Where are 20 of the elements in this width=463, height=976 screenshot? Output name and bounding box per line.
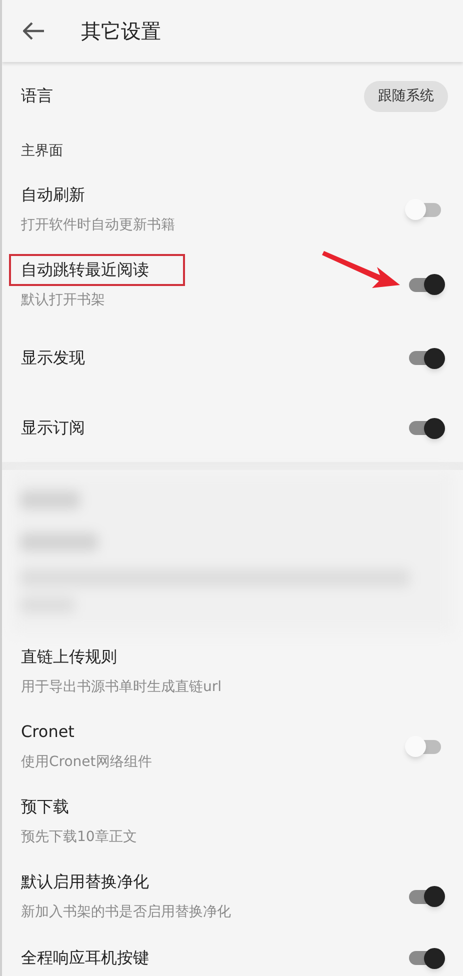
setting-title: 自动刷新 bbox=[21, 184, 85, 206]
setting-description: 默认打开书架 bbox=[21, 291, 106, 310]
setting-title: 全程响应耳机按键 bbox=[21, 947, 149, 969]
page-title: 其它设置 bbox=[81, 18, 161, 45]
setting-title: 直链上传规则 bbox=[21, 646, 117, 668]
setting-title: 自动跳转最近阅读 bbox=[9, 254, 185, 286]
language-button[interactable]: 跟随系统 bbox=[364, 80, 448, 112]
setting-title: Cronet bbox=[21, 721, 74, 743]
section-header: 主界面 bbox=[21, 142, 63, 160]
setting-description: 预先下载10章正文 bbox=[21, 828, 138, 847]
setting-title: 默认启用替换净化 bbox=[21, 871, 149, 893]
setting-description: 使用Cronet网络组件 bbox=[21, 753, 153, 772]
setting-title: 预下载 bbox=[21, 796, 69, 818]
setting-description: 打开软件时自动更新书籍 bbox=[21, 216, 176, 235]
back-arrow-icon[interactable] bbox=[23, 22, 45, 40]
setting-description: 用于导出书源书单时生成直链url bbox=[21, 678, 223, 697]
setting-title: 显示订阅 bbox=[21, 417, 85, 439]
setting-title: 显示发现 bbox=[21, 347, 85, 369]
setting-description: 新加入书架的书是否启用替换净化 bbox=[21, 903, 232, 922]
setting-title: 语言 bbox=[21, 85, 53, 107]
